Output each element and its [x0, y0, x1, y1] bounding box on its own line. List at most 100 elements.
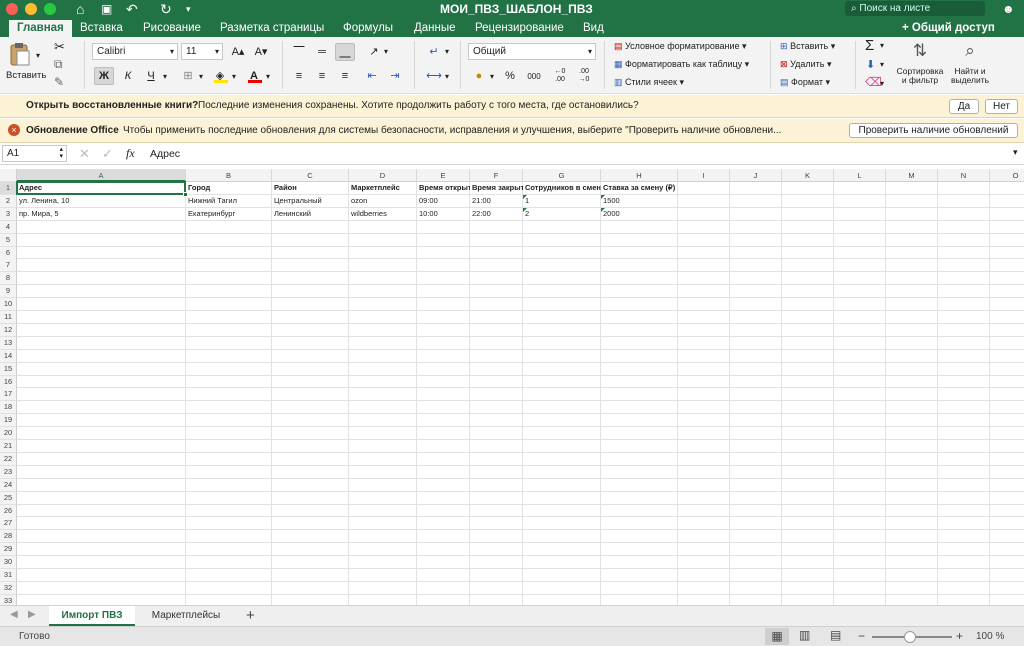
- page-layout-view-icon[interactable]: ▥: [799, 628, 810, 642]
- insert-function-icon[interactable]: fx: [126, 146, 135, 161]
- home-icon[interactable]: ⌂: [76, 1, 84, 17]
- cell-styles-button[interactable]: ▥ Стили ячеек ▾: [614, 77, 684, 88]
- font-size-select[interactable]: 11 ▾: [181, 43, 223, 60]
- tab-formulas[interactable]: Формулы: [339, 20, 397, 37]
- font-color-dropdown-icon[interactable]: ▾: [266, 72, 270, 81]
- formula-input[interactable]: Адрес: [150, 148, 180, 160]
- decrease-indent-button[interactable]: ⇤: [362, 67, 382, 85]
- row-header[interactable]: 31: [0, 569, 17, 582]
- column-header[interactable]: N: [938, 169, 990, 182]
- currency-dropdown-icon[interactable]: ▾: [490, 72, 494, 81]
- align-bottom-button[interactable]: ⎽: [335, 43, 355, 61]
- tab-insert[interactable]: Вставка: [76, 20, 127, 37]
- column-header[interactable]: J: [730, 169, 782, 182]
- data-cell[interactable]: 10:00: [417, 208, 470, 220]
- select-all-corner[interactable]: [0, 169, 17, 182]
- row-header[interactable]: 2: [0, 194, 17, 208]
- check-updates-button[interactable]: Проверить наличие обновлений: [849, 123, 1018, 138]
- borders-dropdown-icon[interactable]: ▾: [199, 72, 203, 81]
- zoom-in-icon[interactable]: +: [956, 629, 963, 643]
- row-header[interactable]: 26: [0, 504, 17, 518]
- data-cell[interactable]: ozon: [349, 195, 417, 207]
- row-header[interactable]: 30: [0, 556, 17, 570]
- increase-indent-button[interactable]: ⇥: [385, 67, 405, 85]
- sort-filter-button[interactable]: ⇅ Сортировка и фильтр: [894, 41, 946, 85]
- row-header[interactable]: 24: [0, 478, 17, 492]
- column-header[interactable]: M: [886, 169, 938, 182]
- data-cell[interactable]: 21:00: [470, 195, 523, 207]
- save-icon[interactable]: ▣: [101, 1, 112, 17]
- column-header[interactable]: I: [678, 169, 730, 182]
- autosum-icon[interactable]: Σ: [865, 37, 874, 54]
- page-break-view-icon[interactable]: ▤: [830, 628, 841, 642]
- yes-button[interactable]: Да: [949, 99, 979, 114]
- row-header[interactable]: 11: [0, 311, 17, 324]
- row-header[interactable]: 22: [0, 452, 17, 466]
- prev-sheet-icon[interactable]: ◀: [10, 609, 18, 620]
- no-button[interactable]: Нет: [985, 99, 1018, 114]
- column-header[interactable]: D: [349, 169, 417, 182]
- row-header[interactable]: 9: [0, 285, 17, 299]
- row-header[interactable]: 4: [0, 220, 17, 234]
- data-cell[interactable]: wildberries: [349, 208, 417, 220]
- tab-review[interactable]: Рецензирование: [471, 20, 568, 37]
- align-right-button[interactable]: ≡: [335, 67, 355, 85]
- orientation-button[interactable]: ↗: [364, 43, 384, 61]
- undo-icon[interactable]: ↶: [126, 1, 138, 17]
- row-header[interactable]: 23: [0, 465, 17, 479]
- redo-icon[interactable]: ↻: [160, 1, 172, 17]
- decrease-decimal-button[interactable]: .00 →0: [574, 67, 594, 85]
- row-header[interactable]: 1: [0, 182, 17, 195]
- header-cell[interactable]: Время закрытия: [470, 182, 523, 194]
- data-cell[interactable]: Центральный: [272, 195, 349, 207]
- conditional-formatting-button[interactable]: ▤ Условное форматирование ▾: [614, 41, 747, 52]
- row-header[interactable]: 14: [0, 349, 17, 363]
- header-cell[interactable]: Город: [186, 182, 272, 194]
- format-cells-button[interactable]: ▤ Формат ▾: [780, 77, 830, 88]
- sheet-tab-marketplaces[interactable]: Маркетплейсы: [141, 606, 231, 626]
- cut-icon[interactable]: ✂: [54, 39, 65, 55]
- number-format-select[interactable]: Общий ▾: [468, 43, 596, 60]
- row-header[interactable]: 8: [0, 272, 17, 286]
- merge-center-button[interactable]: ⟷: [424, 67, 444, 85]
- column-header[interactable]: A: [17, 169, 186, 182]
- name-box[interactable]: A1 ▴ ▾: [2, 145, 67, 162]
- column-header[interactable]: K: [782, 169, 834, 182]
- align-center-button[interactable]: ≡: [312, 67, 332, 85]
- thousands-separator-button[interactable]: 000: [522, 67, 546, 85]
- row-header[interactable]: 18: [0, 401, 17, 415]
- data-cell[interactable]: ул. Ленина, 10: [17, 195, 186, 207]
- header-cell[interactable]: Маркетплейс: [349, 182, 417, 194]
- fill-handle[interactable]: [183, 191, 188, 197]
- zoom-slider-thumb[interactable]: [904, 631, 916, 643]
- increase-decimal-button[interactable]: ←0.00: [550, 67, 570, 85]
- next-sheet-icon[interactable]: ▶: [28, 609, 36, 620]
- close-window-button[interactable]: [6, 3, 18, 15]
- minimize-window-button[interactable]: [25, 3, 37, 15]
- row-header[interactable]: 6: [0, 246, 17, 260]
- data-cell[interactable]: пр. Мира, 5: [17, 208, 186, 220]
- data-cell[interactable]: Нижний Тагил: [186, 195, 272, 207]
- row-header[interactable]: 19: [0, 414, 17, 428]
- row-header[interactable]: 20: [0, 427, 17, 441]
- normal-view-icon[interactable]: ▦: [765, 628, 789, 645]
- column-header[interactable]: H: [601, 169, 678, 182]
- tab-data[interactable]: Данные: [410, 20, 460, 37]
- currency-button[interactable]: ●: [469, 67, 489, 85]
- autosum-dropdown-icon[interactable]: ▾: [880, 41, 884, 50]
- sheet-search-input[interactable]: ⌕ Поиск на листе: [845, 1, 985, 16]
- data-cell[interactable]: 1500: [601, 195, 678, 207]
- row-header[interactable]: 15: [0, 362, 17, 376]
- insert-cells-button[interactable]: ⊞ Вставить ▾: [780, 41, 835, 52]
- percent-button[interactable]: %: [500, 67, 520, 85]
- column-header[interactable]: L: [834, 169, 886, 182]
- clear-dropdown-icon[interactable]: ▾: [880, 79, 884, 88]
- column-header[interactable]: O: [990, 169, 1024, 182]
- copy-icon[interactable]: ⧉: [54, 57, 63, 72]
- row-header[interactable]: 17: [0, 388, 17, 402]
- number-as-text-indicator-icon[interactable]: [523, 194, 527, 199]
- column-header[interactable]: E: [417, 169, 470, 182]
- data-cell[interactable]: Екатеринбург: [186, 208, 272, 220]
- font-color-button[interactable]: A: [244, 67, 264, 85]
- decrease-font-size-button[interactable]: A▾: [251, 43, 271, 61]
